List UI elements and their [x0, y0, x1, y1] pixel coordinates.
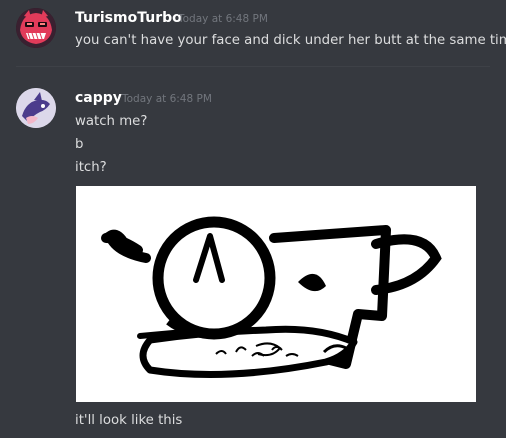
message-turismoturbo: TurismoTurbo Today at 6:48 PM you can't … — [0, 0, 506, 66]
message-divider — [16, 66, 490, 67]
message-text: itch? — [75, 160, 107, 175]
drawing-image — [76, 186, 476, 402]
timestamp: Today at 6:48 PM — [178, 13, 268, 25]
image-attachment[interactable] — [76, 186, 476, 402]
timestamp: Today at 6:48 PM — [122, 93, 212, 105]
message-text: b — [75, 137, 84, 152]
avatar-image — [16, 8, 56, 48]
message-text: you can't have your face and dick under … — [75, 33, 506, 48]
avatar-image — [16, 88, 56, 128]
username[interactable]: TurismoTurbo — [75, 10, 182, 26]
username[interactable]: cappy — [75, 90, 122, 106]
avatar[interactable] — [16, 8, 56, 48]
avatar[interactable] — [16, 88, 56, 128]
message-text: it'll look like this — [75, 413, 183, 428]
message-text: watch me? — [75, 114, 148, 129]
